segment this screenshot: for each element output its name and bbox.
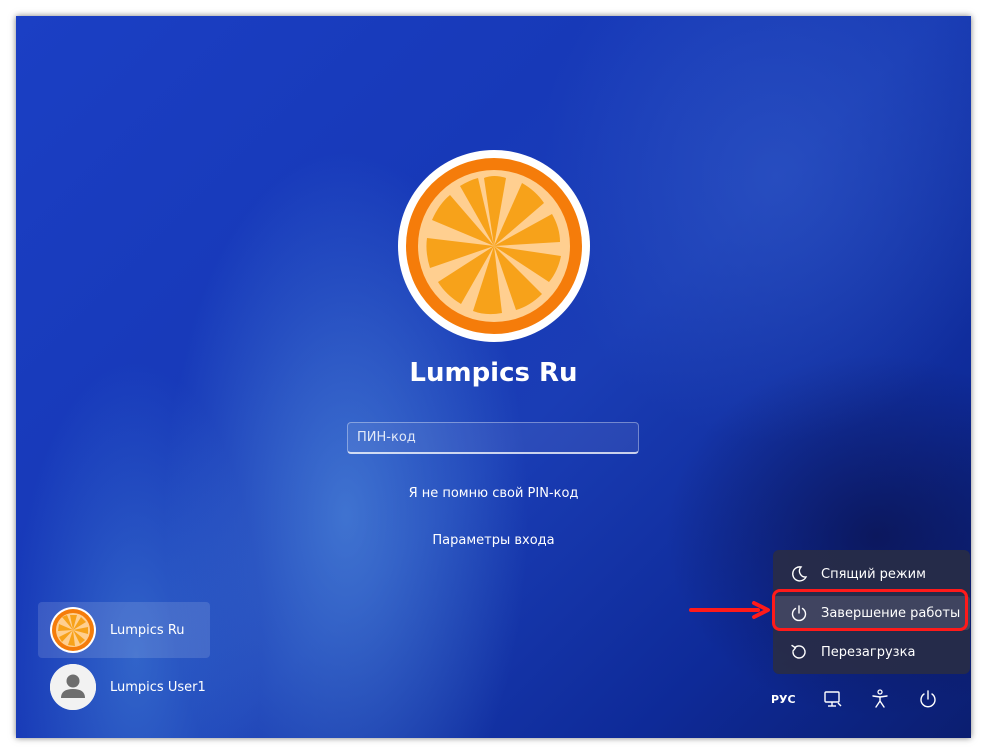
- orange-icon: [406, 158, 582, 334]
- moon-icon: [792, 566, 808, 582]
- language-indicator[interactable]: РУС: [771, 693, 796, 706]
- lock-screen: Lumpics Ru Я не помню свой PIN-код Парам…: [16, 16, 971, 738]
- orange-icon: [52, 609, 94, 651]
- user-list-item-lumpics-ru[interactable]: Lumpics Ru: [38, 602, 210, 658]
- pin-input[interactable]: [348, 423, 638, 452]
- signin-options-link[interactable]: Параметры входа: [16, 533, 971, 548]
- user-list-item-label: Lumpics User1: [110, 679, 206, 695]
- restart-menu-item[interactable]: Перезагрузка: [773, 635, 970, 669]
- pin-field-container[interactable]: [347, 422, 639, 454]
- network-icon[interactable]: [822, 688, 844, 710]
- user-avatar-small: [50, 607, 96, 653]
- restart-icon: [791, 644, 806, 659]
- person-icon: [50, 664, 96, 710]
- arrow-annotation-icon: [689, 601, 770, 619]
- accessibility-icon[interactable]: [869, 688, 891, 710]
- user-avatar-small: [50, 664, 96, 710]
- user-name-title: Lumpics Ru: [409, 358, 578, 388]
- user-list-item-lumpics-user1[interactable]: Lumpics User1: [38, 659, 210, 715]
- forgot-pin-link[interactable]: Я не помню свой PIN-код: [16, 486, 971, 501]
- highlight-frame: [772, 589, 968, 631]
- user-avatar-large: [398, 150, 590, 342]
- sleep-menu-item[interactable]: Спящий режим: [773, 557, 970, 591]
- restart-menu-label: Перезагрузка: [821, 644, 916, 660]
- power-icon[interactable]: [917, 688, 939, 710]
- user-list-item-label: Lumpics Ru: [110, 622, 185, 638]
- sleep-menu-label: Спящий режим: [821, 566, 926, 582]
